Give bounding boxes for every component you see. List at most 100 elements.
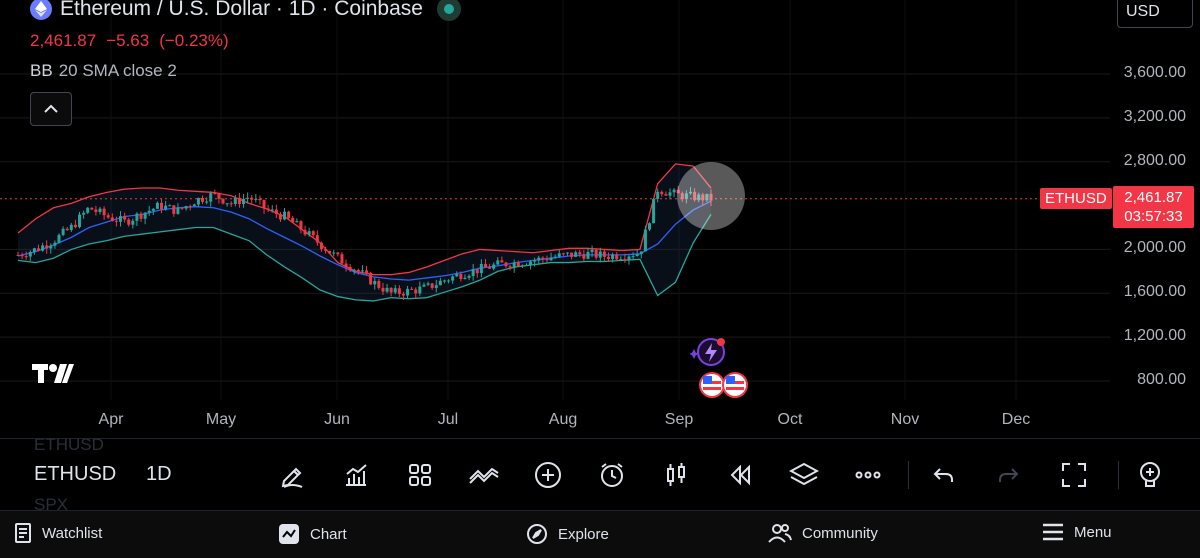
compare-icon bbox=[469, 467, 499, 484]
candle-body bbox=[385, 287, 389, 292]
candle-body bbox=[471, 269, 475, 276]
indicators-button[interactable] bbox=[338, 457, 374, 493]
candle-body bbox=[414, 289, 418, 294]
chart-events[interactable] bbox=[688, 337, 752, 406]
add-button[interactable] bbox=[530, 457, 566, 493]
bottom-navigation: Watchlist Chart Explore Community Menu bbox=[0, 510, 1200, 558]
candle-body bbox=[315, 235, 319, 243]
nav-explore[interactable]: Explore bbox=[526, 523, 609, 545]
candle-body bbox=[332, 252, 336, 254]
candle-body bbox=[541, 257, 545, 259]
price-axis-label: 800.00 bbox=[1137, 371, 1186, 388]
candle-body bbox=[365, 270, 369, 273]
candle-body bbox=[635, 254, 639, 257]
candle-body bbox=[180, 207, 184, 209]
chart-area[interactable]: Ethereum / U.S. Dollar · 1D · Coinbase 2… bbox=[0, 0, 1200, 438]
undo-button[interactable] bbox=[926, 457, 962, 493]
candle-body bbox=[397, 288, 401, 294]
redo-button[interactable] bbox=[990, 457, 1026, 493]
nav-watchlist[interactable]: Watchlist bbox=[14, 523, 102, 543]
candle-body bbox=[508, 266, 512, 268]
candle-body bbox=[69, 224, 73, 231]
symbol-scroller-prev[interactable]: ETHUSD bbox=[34, 435, 104, 455]
currency-select[interactable]: USD bbox=[1117, 0, 1193, 28]
nav-chart[interactable]: Chart bbox=[278, 523, 347, 545]
candle-body bbox=[336, 252, 340, 255]
replay-button[interactable] bbox=[722, 457, 758, 493]
tradingview-logo-icon[interactable] bbox=[32, 362, 74, 389]
price-chart[interactable] bbox=[0, 0, 1200, 438]
candle-body bbox=[524, 265, 528, 267]
chart-legend-title[interactable]: Ethereum / U.S. Dollar · 1D · Coinbase bbox=[30, 0, 461, 21]
time-axis-label: Dec bbox=[1001, 411, 1031, 428]
legend-change: −5.63 bbox=[106, 31, 150, 50]
toolbar-separator bbox=[908, 461, 909, 489]
replay-icon bbox=[730, 464, 750, 486]
nav-menu[interactable]: Menu bbox=[1042, 523, 1112, 541]
ethereum-logo-icon bbox=[30, 0, 52, 20]
candle-body bbox=[553, 256, 557, 258]
object-tree-button[interactable] bbox=[786, 457, 822, 493]
candle-body bbox=[229, 203, 233, 205]
candle-body bbox=[221, 198, 225, 204]
candle-body bbox=[94, 209, 98, 213]
legend-price: 2,461.87 bbox=[30, 31, 97, 50]
candle-body bbox=[278, 214, 282, 220]
compare-button[interactable] bbox=[466, 457, 502, 493]
candle-body bbox=[139, 213, 143, 219]
chart-icon bbox=[279, 524, 299, 544]
nav-community[interactable]: Community bbox=[768, 523, 878, 543]
candle-body bbox=[24, 256, 28, 258]
ideas-button[interactable] bbox=[1132, 457, 1168, 493]
candle-body bbox=[61, 228, 65, 235]
candle-body bbox=[533, 260, 537, 262]
candle-body bbox=[127, 219, 131, 225]
grid-layout-icon bbox=[409, 464, 431, 486]
candle-body bbox=[311, 231, 315, 236]
draw-tool-button[interactable] bbox=[274, 457, 310, 493]
market-status-icon bbox=[436, 0, 461, 21]
interval-button[interactable]: 1D bbox=[146, 463, 172, 486]
candle-body bbox=[426, 283, 430, 285]
candle-body bbox=[529, 261, 533, 266]
draw-pen-icon bbox=[281, 467, 303, 488]
candle-body bbox=[488, 267, 492, 269]
candle-body bbox=[598, 251, 602, 258]
candle-body bbox=[151, 208, 155, 211]
chart-type-button[interactable] bbox=[658, 457, 694, 493]
candle-body bbox=[90, 207, 94, 210]
candle-body bbox=[586, 252, 590, 259]
candle-body bbox=[369, 272, 373, 285]
candle-body bbox=[49, 245, 53, 249]
candle-body bbox=[57, 234, 61, 243]
candle-body bbox=[328, 250, 332, 254]
candle-body bbox=[623, 259, 627, 261]
candle-body bbox=[143, 212, 147, 219]
candle-body bbox=[570, 252, 574, 257]
alert-button[interactable] bbox=[594, 457, 630, 493]
candle-body bbox=[147, 210, 151, 213]
candle-body bbox=[660, 191, 664, 195]
candle-body bbox=[340, 254, 344, 264]
layout-button[interactable] bbox=[402, 457, 438, 493]
candle-body bbox=[270, 209, 274, 211]
candle-body bbox=[324, 249, 328, 251]
symbol-button[interactable]: ETHUSD bbox=[34, 463, 116, 486]
indicator-legend[interactable]: BB 20 SMA close 2 bbox=[30, 61, 177, 81]
indicators-icon bbox=[346, 464, 367, 486]
candle-body bbox=[389, 287, 393, 293]
candle-body bbox=[549, 257, 553, 261]
candle-body bbox=[242, 198, 246, 205]
candle-body bbox=[455, 273, 459, 277]
price-axis-label: 1,600.00 bbox=[1123, 283, 1186, 301]
price-axis-label: 3,600.00 bbox=[1123, 64, 1186, 81]
collapse-legend-button[interactable] bbox=[30, 92, 72, 126]
candle-body bbox=[291, 217, 295, 223]
candle-body bbox=[155, 202, 159, 209]
candle-body bbox=[639, 251, 643, 255]
undo-icon bbox=[933, 468, 953, 482]
candle-body bbox=[447, 280, 451, 282]
more-button[interactable] bbox=[850, 457, 886, 493]
symbol-price-tag: ETHUSD bbox=[1040, 188, 1112, 209]
fullscreen-button[interactable] bbox=[1056, 457, 1092, 493]
